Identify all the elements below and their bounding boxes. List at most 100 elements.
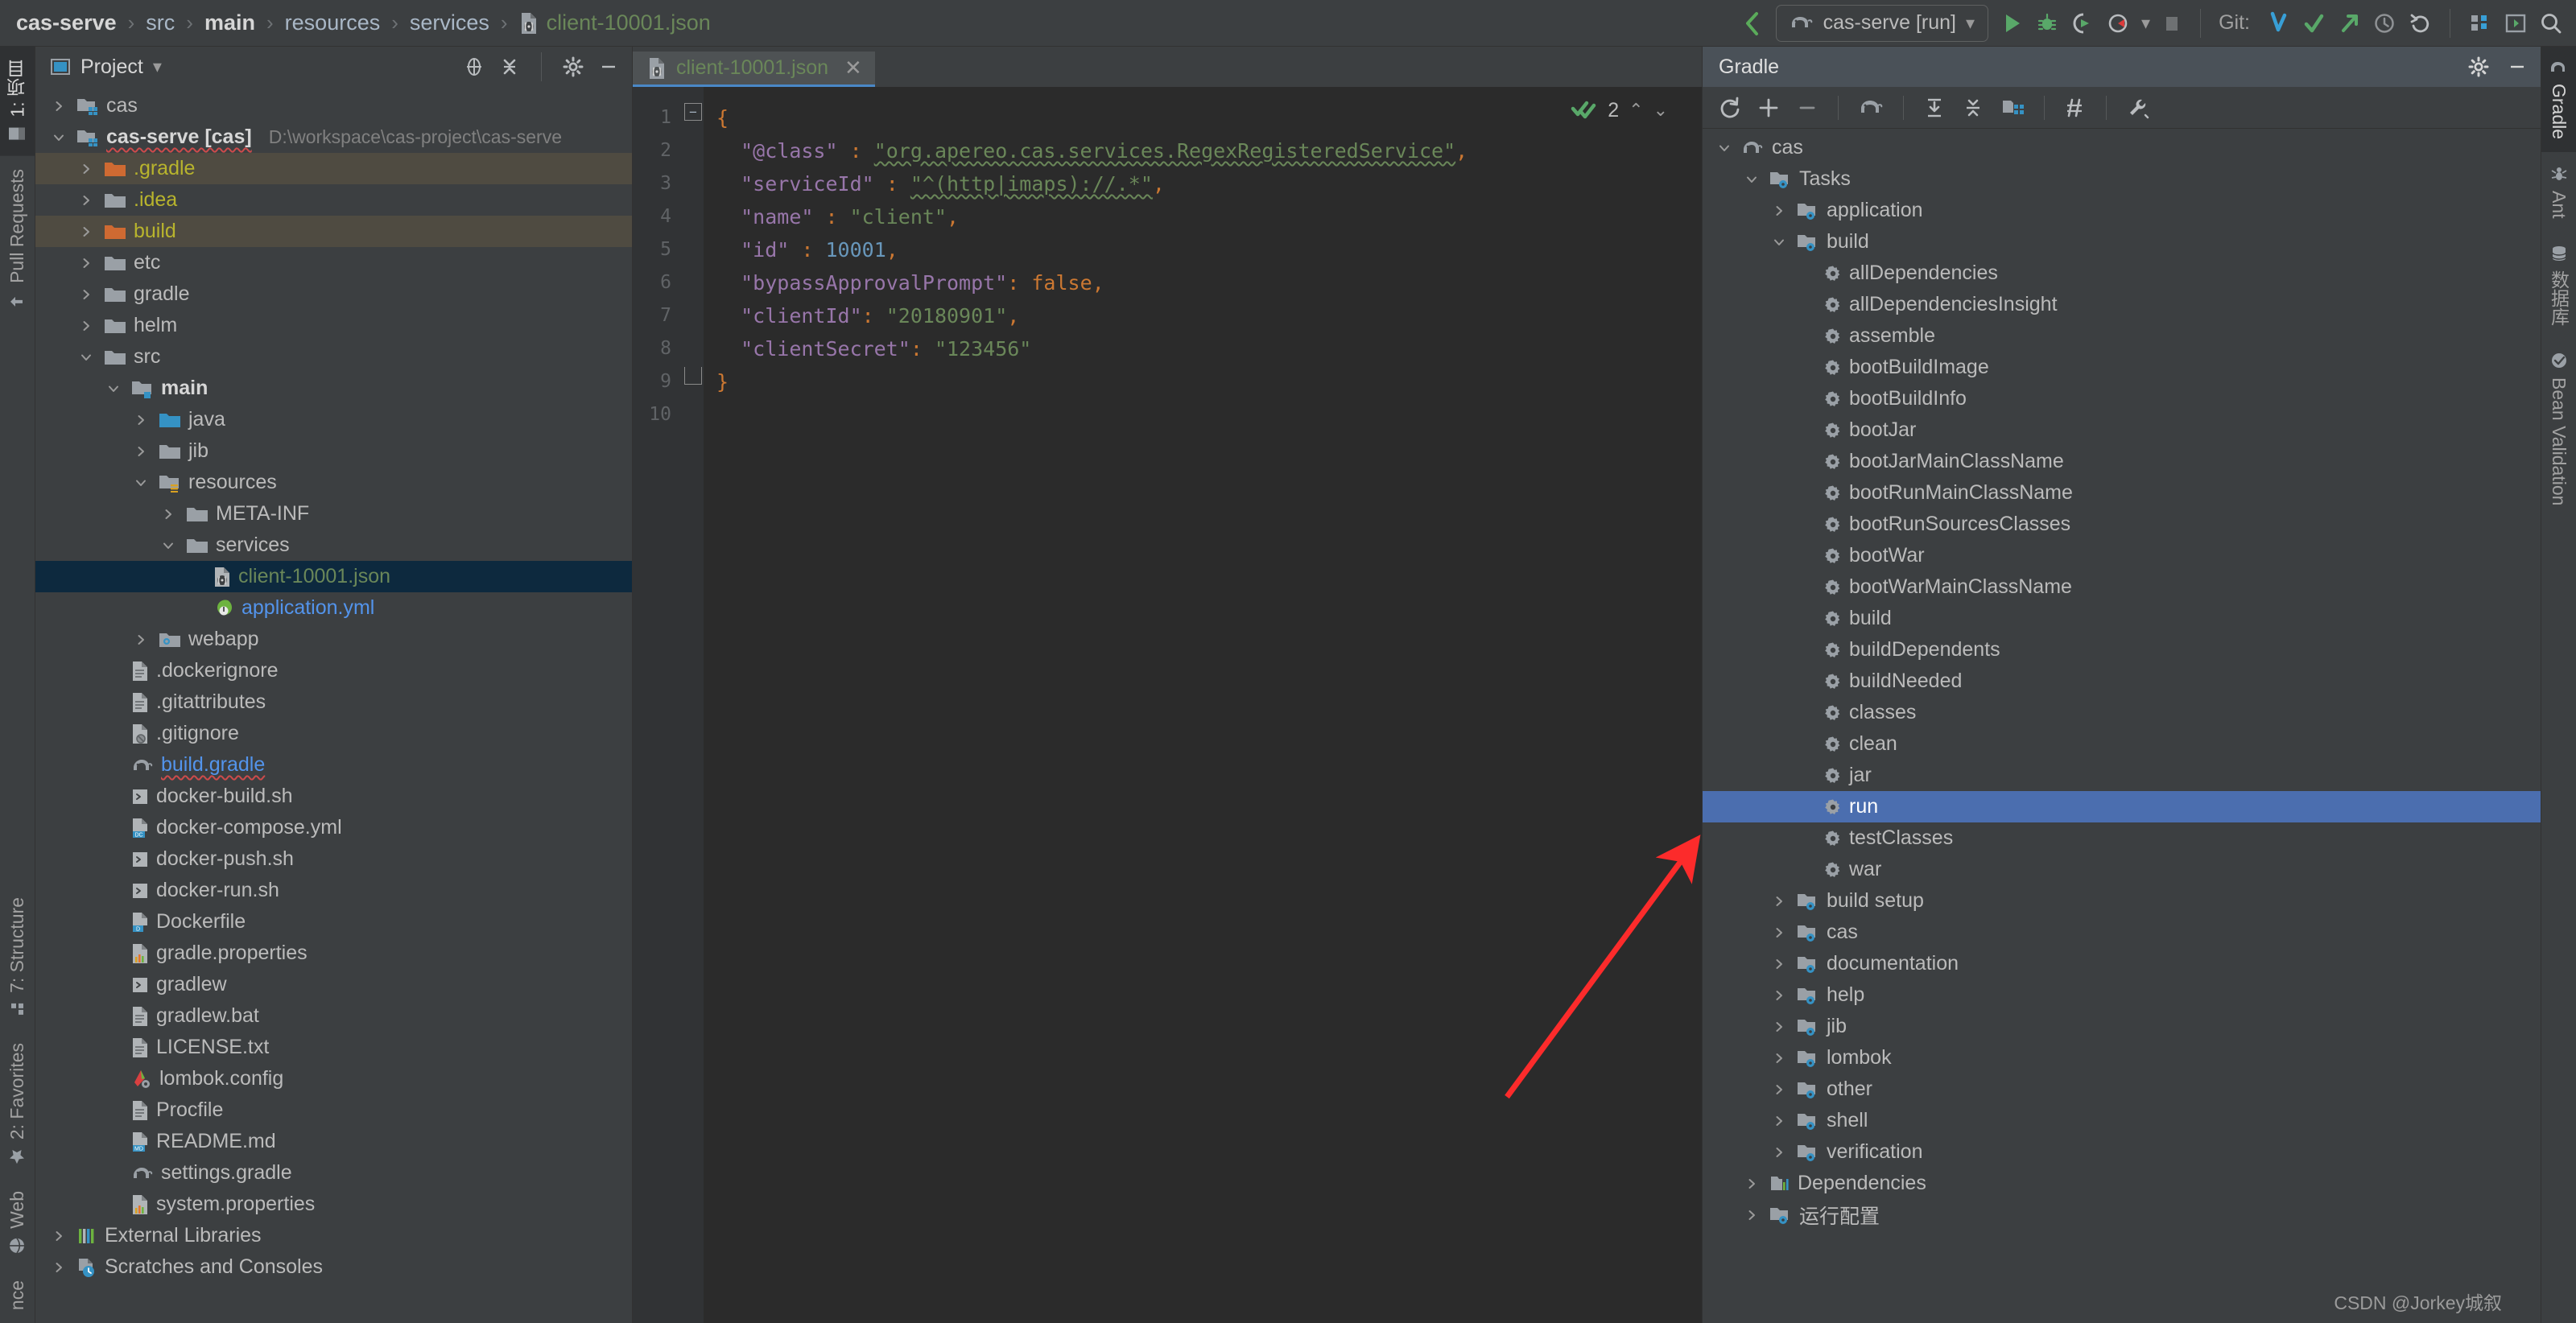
chevron-down-icon[interactable] [158,539,179,552]
project-tree-item[interactable]: .gitignore [35,718,632,749]
gradle-task-item[interactable]: cas [1703,917,2541,948]
code-fold-strip[interactable]: − [683,87,704,1323]
chevron-right-icon[interactable] [1769,1115,1790,1127]
project-tree-item[interactable]: D Dockerfile [35,906,632,938]
project-tree-item[interactable]: gradle [35,278,632,310]
chevron-right-icon[interactable] [76,319,97,332]
gradle-task-tree[interactable]: cas Tasks application build allDependencies a… [1703,129,2541,1323]
gradle-task-item[interactable]: clean [1703,728,2541,760]
gradle-task-item[interactable]: bootRunSourcesClasses [1703,509,2541,540]
gradle-task-item-selected[interactable]: run [1703,791,2541,822]
wrench-icon[interactable] [2126,97,2150,119]
project-tree-item[interactable]: resources [35,467,632,498]
project-tree-item[interactable]: webapp [35,624,632,655]
chevron-right-icon[interactable] [130,414,151,427]
gradle-task-item[interactable]: bootWarMainClassName [1703,571,2541,603]
chevron-right-icon[interactable] [1769,1052,1790,1065]
chevron-right-icon[interactable] [1769,958,1790,971]
chevron-right-icon[interactable] [76,257,97,270]
gradle-task-item[interactable]: build [1703,603,2541,634]
gradle-task-item[interactable]: bootJarMainClassName [1703,446,2541,477]
project-tree-item[interactable]: main [35,373,632,404]
project-tree-item[interactable]: DC docker-compose.yml [35,812,632,843]
minimize-icon[interactable] [598,56,619,77]
breadcrumb-item[interactable]: cas-serve [16,10,117,35]
editor-tab-client-10001-json[interactable]: client-10001.json ✕ [633,52,875,87]
project-tree-item[interactable]: java [35,404,632,435]
fold-collapse-icon[interactable]: − [684,103,702,121]
gradle-task-item[interactable]: buildDependents [1703,634,2541,666]
gradle-task-item[interactable]: allDependencies [1703,258,2541,289]
chevron-right-icon[interactable] [1769,1083,1790,1096]
project-tree-item[interactable]: cas [35,90,632,122]
git-update-icon[interactable] [2266,10,2290,36]
sidebar-tab-database[interactable]: 数据库 [2541,232,2576,339]
chevron-right-icon[interactable] [48,1261,69,1274]
chevron-right-icon[interactable] [1769,1020,1790,1033]
stop-icon[interactable] [2161,13,2182,34]
chevron-right-icon[interactable] [48,100,69,113]
project-tree-item[interactable]: client-10001.json [35,561,632,592]
profiler-icon[interactable] [2106,11,2130,35]
sidebar-tab-structure[interactable]: 7: Structure [0,884,35,1030]
remove-icon[interactable] [1796,97,1818,119]
gradle-task-item[interactable]: Tasks [1703,163,2541,195]
gradle-task-item[interactable]: assemble [1703,320,2541,352]
chevron-right-icon[interactable] [48,1230,69,1243]
project-tree-item[interactable]: docker-run.sh [35,875,632,906]
gradle-task-item[interactable]: bootBuildInfo [1703,383,2541,414]
chevron-right-icon[interactable] [130,445,151,458]
breadcrumb-item-file[interactable]: client-10001.json [519,10,711,35]
chevron-down-icon[interactable] [48,131,69,144]
breadcrumb-item[interactable]: main [204,10,255,35]
project-tree-item[interactable]: gradle.properties [35,938,632,969]
project-tree-item[interactable]: build [35,216,632,247]
project-tree-item[interactable]: etc [35,247,632,278]
sidebar-tab-gradle[interactable]: Gradle [2541,47,2576,153]
close-icon[interactable]: ✕ [844,56,862,80]
gradle-task-item[interactable]: verification [1703,1136,2541,1168]
chevron-down-icon[interactable] [103,382,124,395]
project-tree-item[interactable]: src [35,341,632,373]
git-commit-icon[interactable] [2301,10,2326,36]
chevron-right-icon[interactable] [76,225,97,238]
gradle-task-item[interactable]: war [1703,854,2541,885]
chevron-down-icon[interactable]: ⌄ [1653,101,1668,119]
chevron-down-icon[interactable] [1741,173,1762,186]
chevron-right-icon[interactable] [1741,1177,1762,1190]
gradle-task-item[interactable]: classes [1703,697,2541,728]
project-tree-item[interactable]: docker-push.sh [35,843,632,875]
back-arrow-icon[interactable] [1740,10,1765,36]
sidebar-tab-bean-validation[interactable]: Bean Validation [2541,339,2576,518]
sidebar-tab-partial[interactable]: nce [0,1267,35,1323]
project-tree-item[interactable]: build.gradle [35,749,632,781]
project-tree-item[interactable]: settings.gradle [35,1157,632,1189]
collapse-all-icon[interactable] [499,56,520,77]
chevron-down-icon[interactable] [76,351,97,364]
project-tree-item[interactable]: helm [35,310,632,341]
gradle-task-item[interactable]: Dependencies [1703,1168,2541,1199]
gradle-task-item[interactable]: 运行配置 [1703,1199,2541,1230]
gradle-task-item[interactable]: application [1703,195,2541,226]
gradle-task-item[interactable]: bootWar [1703,540,2541,571]
terminal-icon[interactable] [2504,12,2528,35]
project-tree-item[interactable]: External Libraries [35,1220,632,1251]
gradle-task-item[interactable]: buildNeeded [1703,666,2541,697]
project-tree-item[interactable]: .gitattributes [35,686,632,718]
sidebar-tab-favorites[interactable]: 2: Favorites [0,1030,35,1178]
gradle-task-item[interactable]: bootBuildImage [1703,352,2541,383]
project-tree-item[interactable]: META-INF [35,498,632,530]
expand-all-icon[interactable] [1923,97,1946,119]
project-tree-item[interactable]: cas-serve [cas] D:\workspace\cas-project\… [35,122,632,153]
gradle-task-item[interactable]: allDependenciesInsight [1703,289,2541,320]
structure-icon[interactable] [2468,12,2492,35]
project-tree-item[interactable]: MD README.md [35,1126,632,1157]
gradle-task-item[interactable]: build [1703,226,2541,258]
gradle-task-item[interactable]: other [1703,1074,2541,1105]
project-tree-item[interactable]: gradlew [35,969,632,1000]
project-tree-item[interactable]: LICENSE.txt [35,1032,632,1063]
gradle-task-item[interactable]: cas [1703,132,2541,163]
run-configuration-selector[interactable]: cas-serve [run] ▾ [1775,4,1989,42]
chevron-right-icon[interactable] [158,508,179,521]
project-tree-item[interactable]: .dockerignore [35,655,632,686]
